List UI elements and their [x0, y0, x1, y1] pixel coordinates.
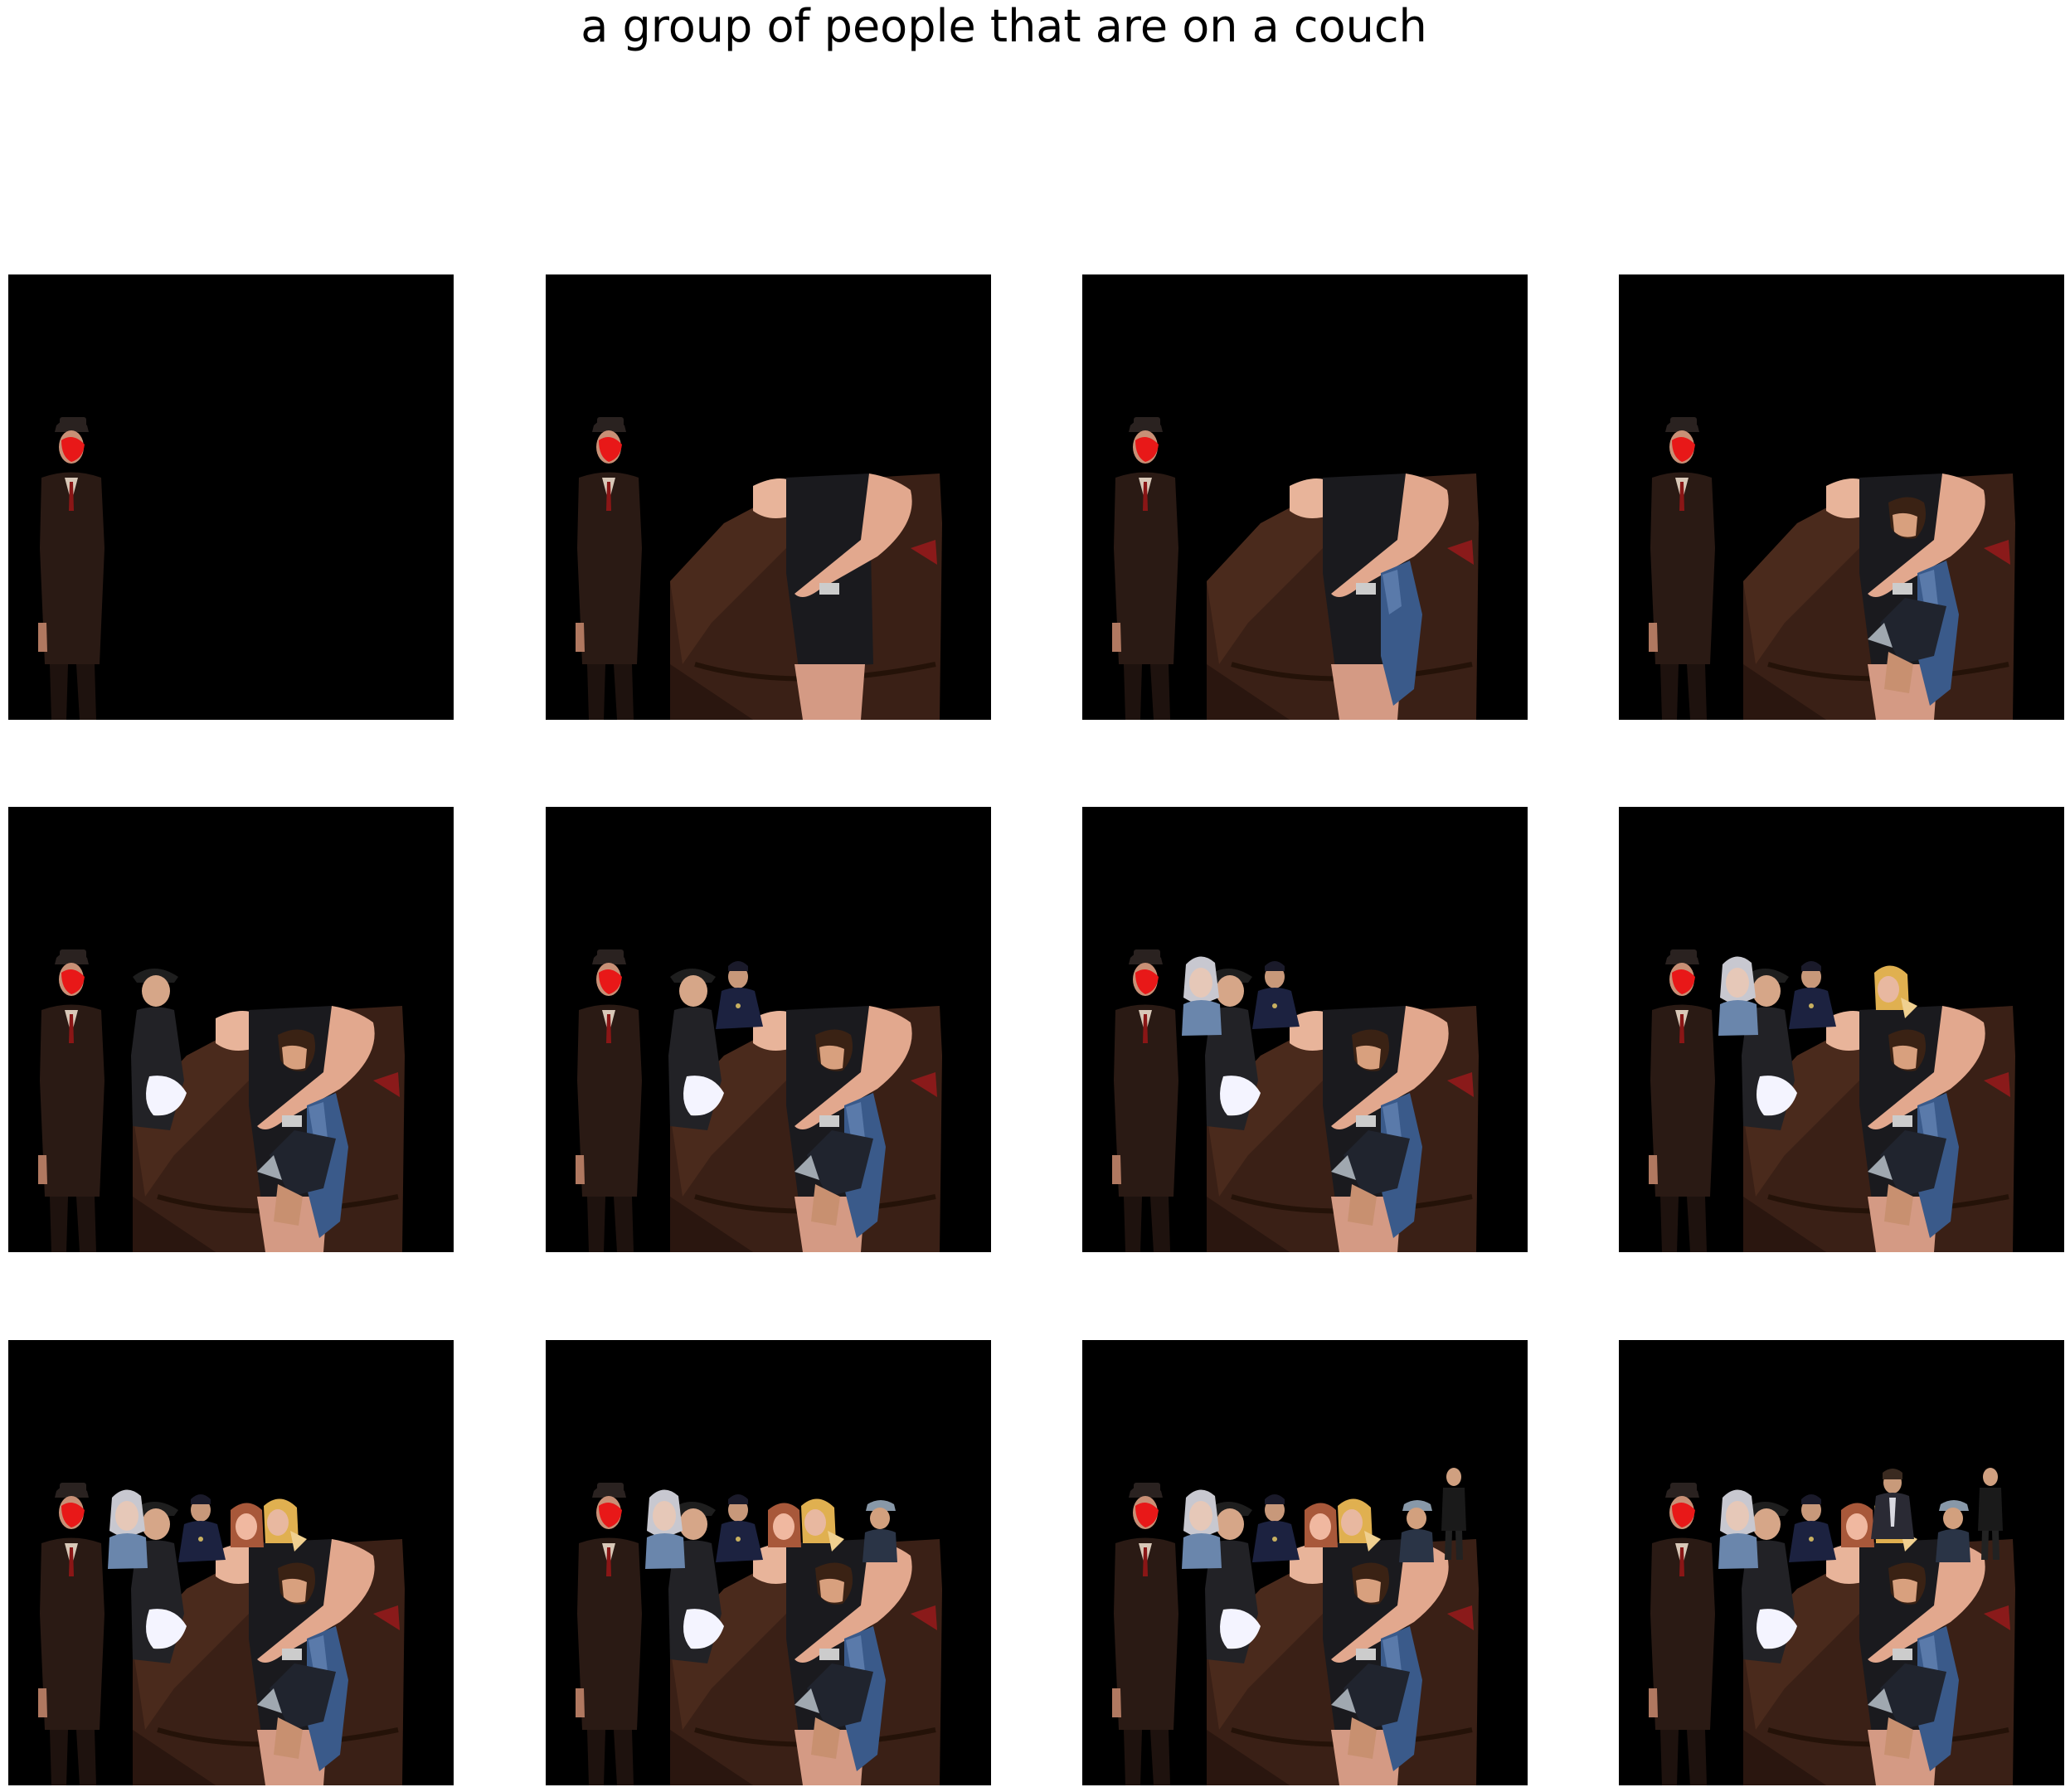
collage-image — [1619, 1340, 2064, 1785]
collage-panel — [1619, 807, 2064, 1252]
layer-redhead-woman — [768, 1503, 801, 1547]
collage-image — [1619, 807, 2064, 1252]
collage-image — [1619, 274, 2064, 720]
collage-panel — [8, 1340, 454, 1785]
collage-image — [1082, 1340, 1528, 1785]
layer-woman-denim-jacket — [108, 1489, 148, 1569]
layer-woman-denim-jacket — [645, 1489, 685, 1569]
collage-image — [546, 807, 991, 1252]
collage-panel — [546, 274, 991, 720]
collage-panel — [1619, 1340, 2064, 1785]
layer-woman-denim-jacket — [1182, 956, 1222, 1036]
collage-panel — [546, 807, 991, 1252]
collage-panel — [1082, 1340, 1528, 1785]
panel-grid — [0, 0, 2070, 1792]
collage-image — [546, 1340, 991, 1785]
layer-woman-denim-jacket — [1182, 1489, 1222, 1569]
collage-image — [546, 274, 991, 720]
collage-panel — [8, 274, 454, 720]
collage-image — [8, 807, 454, 1252]
collage-image — [1082, 274, 1528, 720]
collage-image — [8, 274, 454, 720]
layer-woman-denim-jacket — [1718, 1489, 1758, 1569]
layer-redhead-woman — [1305, 1503, 1338, 1547]
layer-woman-denim-jacket — [1718, 956, 1758, 1036]
collage-image — [1082, 807, 1528, 1252]
layer-redhead-woman — [231, 1503, 264, 1547]
collage-image — [8, 1340, 454, 1785]
collage-panel — [1082, 807, 1528, 1252]
layer-redhead-woman — [1841, 1503, 1874, 1547]
collage-panel — [546, 1340, 991, 1785]
collage-panel — [1619, 274, 2064, 720]
collage-panel — [1082, 274, 1528, 720]
collage-panel — [8, 807, 454, 1252]
